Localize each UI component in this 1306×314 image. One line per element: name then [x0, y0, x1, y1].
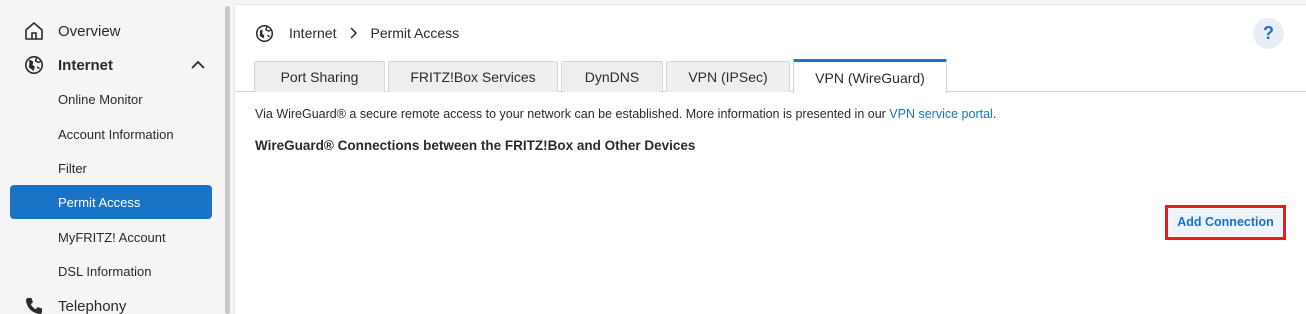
sidebar-item-overview[interactable]: Overview: [10, 14, 212, 48]
sidebar-item-account-information[interactable]: Account Information: [10, 117, 212, 151]
sidebar-scrollbar[interactable]: [225, 6, 230, 314]
breadcrumb-internet[interactable]: Internet: [289, 25, 336, 41]
intro-text-body: Via WireGuard® a secure remote access to…: [255, 107, 886, 121]
sidebar-item-online-monitor[interactable]: Online Monitor: [10, 82, 212, 116]
sidebar-item-label: Overview: [58, 22, 121, 40]
chevron-up-icon[interactable]: [190, 57, 206, 73]
tab-bar: Port Sharing FRITZ!Box Services DynDNS V…: [235, 59, 1306, 93]
tab-vpn-ipsec[interactable]: VPN (IPSec): [666, 61, 790, 92]
sidebar-item-label: MyFRITZ! Account: [58, 229, 166, 245]
add-connection-highlight: Add Connection: [1165, 205, 1286, 240]
sidebar-item-label: DSL Information: [58, 263, 152, 279]
tab-fritzbox-services[interactable]: FRITZ!Box Services: [388, 61, 558, 92]
sidebar-item-label: Online Monitor: [58, 91, 143, 107]
phone-icon: [23, 295, 45, 314]
sidebar-item-dsl-information[interactable]: DSL Information: [10, 254, 212, 288]
sidebar-item-label: Telephony: [58, 297, 127, 314]
sidebar-item-label: Filter: [58, 160, 87, 176]
sidebar-item-telephony[interactable]: Telephony: [10, 289, 212, 314]
sidebar-item-myfritz-account[interactable]: MyFRITZ! Account: [10, 220, 212, 254]
tab-dyndns[interactable]: DynDNS: [561, 61, 663, 92]
sidebar-item-internet[interactable]: Internet: [10, 48, 212, 82]
vpn-service-portal-link[interactable]: VPN service portal: [889, 107, 993, 121]
section-title: WireGuard® Connections between the FRITZ…: [255, 138, 696, 153]
sidebar-item-label: Internet: [58, 56, 114, 74]
sidebar: Overview Internet Online Monitor Account…: [0, 0, 224, 314]
sidebar-item-filter[interactable]: Filter: [10, 151, 212, 185]
sidebar-item-label: Account Information: [58, 126, 174, 142]
add-connection-button[interactable]: Add Connection: [1169, 209, 1282, 236]
intro-text: Via WireGuard® a secure remote access to…: [255, 107, 996, 121]
globe-icon: [23, 54, 45, 76]
sidebar-item-label: Permit Access: [58, 194, 141, 210]
tab-vpn-wireguard[interactable]: VPN (WireGuard): [793, 59, 947, 93]
sidebar-item-permit-access[interactable]: Permit Access: [10, 185, 212, 219]
breadcrumb-permit-access: Permit Access: [370, 25, 460, 41]
tab-port-sharing[interactable]: Port Sharing: [254, 61, 385, 92]
help-button[interactable]: ?: [1253, 18, 1284, 49]
globe-icon: [255, 24, 274, 42]
intro-text-end: .: [992, 107, 997, 121]
breadcrumb: Internet Permit Access: [255, 23, 459, 43]
main-panel: Internet Permit Access ? Port Sharing FR…: [234, 4, 1306, 314]
chevron-right-icon: [350, 27, 358, 39]
home-icon: [23, 20, 45, 42]
